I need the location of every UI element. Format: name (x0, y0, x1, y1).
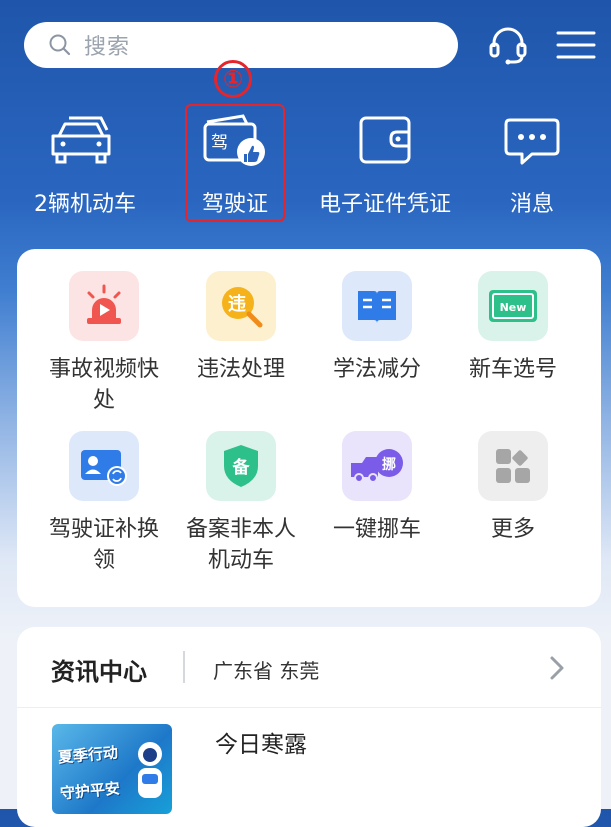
search-placeholder: 搜索 (84, 35, 131, 60)
service-label: 更多 (490, 517, 535, 542)
svg-text:违: 违 (228, 293, 246, 315)
step-marker: ① (214, 60, 252, 98)
menu-icon[interactable] (551, 22, 601, 68)
more-grid-icon (478, 431, 548, 501)
message-icon (502, 100, 562, 180)
thumbnail-text: 守护平安 (59, 779, 121, 803)
violation-search-icon: 违 (206, 271, 276, 341)
news-card: 资讯中心 广东省 东莞 夏季行动 守护平安 今日寒露 (17, 627, 601, 827)
thumbnail-text: 夏季行动 (57, 743, 119, 767)
search-icon (49, 34, 71, 56)
quick-action-e-certificate[interactable]: 电子证件凭证 (315, 100, 455, 225)
news-thumbnail[interactable]: 夏季行动 守护平安 (52, 724, 172, 814)
quick-action-label: 消息 (509, 192, 554, 217)
highlight-box (185, 104, 285, 222)
service-label: 一键挪车 (332, 517, 421, 542)
service-new-plate[interactable]: New 新车选号 (445, 271, 581, 385)
service-move-car[interactable]: 挪 一键挪车 (309, 431, 445, 545)
news-headline[interactable]: 今日寒露 (215, 725, 307, 759)
book-icon (342, 271, 412, 341)
divider (17, 707, 601, 708)
svg-text:挪: 挪 (382, 456, 396, 473)
wallet-icon (355, 100, 415, 180)
new-plate-icon: New (478, 271, 548, 341)
location-label[interactable]: 广东省 东莞 (213, 655, 319, 684)
service-license-renew[interactable]: 驾驶证补换领 (36, 431, 172, 576)
service-label: 备案非本人机动车 (186, 517, 297, 573)
quick-action-vehicles[interactable]: 2辆机动车 (25, 100, 145, 225)
svg-text:备: 备 (232, 457, 251, 478)
service-study-law[interactable]: 学法减分 (309, 271, 445, 385)
service-label: 驾驶证补换领 (49, 517, 160, 573)
quick-action-label: 电子证件凭证 (318, 192, 451, 217)
divider (183, 651, 185, 683)
news-section-title: 资讯中心 (51, 658, 147, 686)
service-label: 违法处理 (196, 357, 285, 382)
mascot-icon (138, 742, 162, 798)
services-card: 事故视频快处 违 违法处理 学法减分 New 新车选号 驾驶证补换领 备 备案非… (17, 249, 601, 607)
service-label: 新车选号 (468, 357, 557, 382)
chevron-right-icon[interactable] (547, 655, 567, 685)
service-label: 事故视频快处 (49, 357, 160, 413)
top-bar: 搜索 (0, 0, 611, 90)
license-renew-icon (69, 431, 139, 501)
siren-icon (69, 271, 139, 341)
quick-action-label: 2辆机动车 (34, 192, 136, 217)
service-label: 学法减分 (332, 357, 421, 382)
move-car-icon: 挪 (342, 431, 412, 501)
record-shield-icon: 备 (206, 431, 276, 501)
service-record-vehicle[interactable]: 备 备案非本人机动车 (173, 431, 309, 576)
headset-icon[interactable] (483, 22, 533, 68)
svg-text:New: New (500, 301, 527, 314)
quick-actions: 2辆机动车 驾 驾驶证 电子证件凭证 消息 (0, 100, 611, 230)
cars-icon (49, 100, 121, 180)
quick-action-messages[interactable]: 消息 (490, 100, 574, 225)
service-more[interactable]: 更多 (445, 431, 581, 545)
service-violation[interactable]: 违 违法处理 (173, 271, 309, 385)
service-accident-video[interactable]: 事故视频快处 (36, 271, 172, 416)
